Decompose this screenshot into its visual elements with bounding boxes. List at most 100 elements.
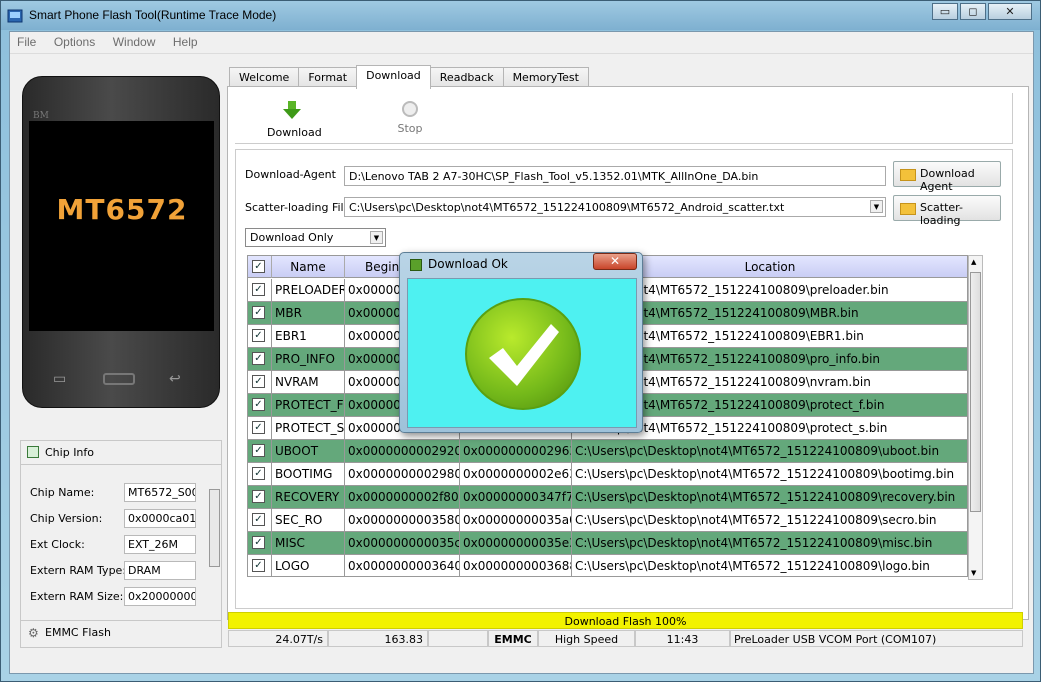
chip-info-header[interactable]: Chip Info (21, 441, 221, 465)
folder-icon (900, 203, 916, 215)
cell-begin: 0x0000000003580000 (345, 509, 460, 531)
status-bar: 24.07T/s 163.83 EMMC High Speed 11:43 Pr… (228, 630, 1023, 647)
tab-memorytest[interactable]: MemoryTest (502, 67, 589, 88)
chip-info-panel: Chip Info Chip Name: MT6572_S00 Chip Ver… (20, 440, 222, 648)
tab-download[interactable]: Download (356, 65, 431, 89)
chip-name-field[interactable]: MT6572_S00 (124, 483, 196, 502)
status-speed: 24.07T/s (228, 630, 328, 647)
window-title: Smart Phone Flash Tool(Runtime Trace Mod… (29, 8, 277, 22)
maximize-button[interactable]: ◻ (960, 3, 986, 20)
menu-file[interactable]: File (10, 32, 43, 49)
row-checkbox[interactable]: ✓ (248, 440, 272, 462)
row-checkbox[interactable]: ✓ (248, 348, 272, 370)
table-row[interactable]: ✓ BOOTIMG0x00000000029800000x0000000002e6… (248, 463, 967, 486)
row-checkbox[interactable]: ✓ (248, 371, 272, 393)
download-mode-select[interactable]: Download Only ▼ (245, 228, 386, 247)
row-checkbox[interactable]: ✓ (248, 463, 272, 485)
cell-end: 0x0000000002e63fff (460, 463, 572, 485)
checkbox-icon[interactable]: ✓ (252, 306, 265, 319)
app-window: Smart Phone Flash Tool(Runtime Trace Mod… (0, 0, 1041, 682)
table-row[interactable]: ✓ MISC0x000000000035c00000x00000000035e3f… (248, 532, 967, 555)
download-agent-button[interactable]: Download Agent (893, 161, 1001, 193)
row-checkbox[interactable]: ✓ (248, 532, 272, 554)
minimize-button[interactable]: ▭ (932, 3, 958, 20)
scatter-field[interactable]: C:\Users\pc\Desktop\not4\MT6572_15122410… (344, 197, 886, 217)
menu-bar: File Options Window Help (10, 32, 1033, 54)
scroll-down-icon[interactable]: ▼ (971, 569, 976, 577)
checkbox-icon[interactable]: ✓ (252, 467, 265, 480)
checkbox-icon[interactable]: ✓ (252, 559, 265, 572)
table-row[interactable]: ✓ UBOOT0x00000000029200000x00000000029637… (248, 440, 967, 463)
cell-end: 0x00000000347f7ff (460, 486, 572, 508)
tab-format[interactable]: Format (298, 67, 358, 88)
app-icon (7, 9, 23, 23)
folder-icon (900, 169, 916, 181)
cell-name: UBOOT (272, 440, 345, 462)
cell-end: 0x00000000029637ff (460, 440, 572, 462)
download-agent-field[interactable]: D:\Lenovo TAB 2 A7-30HC\SP_Flash_Tool_v5… (344, 166, 886, 186)
dialog-close-button[interactable]: ✕ (593, 253, 637, 270)
scatter-dropdown[interactable]: ▼ (869, 198, 885, 217)
checkbox-icon[interactable]: ✓ (252, 513, 265, 526)
row-checkbox[interactable]: ✓ (248, 486, 272, 508)
checkbox-icon[interactable]: ✓ (252, 375, 265, 388)
checkbox-icon[interactable]: ✓ (252, 421, 265, 434)
select-all-checkbox[interactable]: ✓ (248, 256, 272, 278)
tab-bar: Welcome Format Download Readback MemoryT… (229, 65, 589, 89)
checkbox-icon[interactable]: ✓ (252, 329, 265, 342)
row-checkbox[interactable]: ✓ (248, 394, 272, 416)
dialog-app-icon (410, 259, 422, 271)
menu-window[interactable]: Window (106, 32, 163, 49)
cell-location: C:\Users\pc\Desktop\not4\MT6572_15122410… (572, 532, 967, 554)
menu-help[interactable]: Help (166, 32, 205, 49)
row-checkbox[interactable]: ✓ (248, 509, 272, 531)
table-row[interactable]: ✓ RECOVERY0x0000000002f800000x00000000347… (248, 486, 967, 509)
emmc-flash-panel[interactable]: ⚙ EMMC Flash (20, 620, 222, 644)
scatter-loading-button[interactable]: Scatter-loading (893, 195, 1001, 227)
cell-name: SEC_RO (272, 509, 345, 531)
table-scrollbar[interactable]: ▲ ▼ (968, 255, 983, 580)
status-usb-speed: High Speed (538, 630, 635, 647)
cell-location: C:\Users\pc\Desktop\not4\MT6572_15122410… (572, 463, 967, 485)
checkbox-icon[interactable]: ✓ (252, 536, 265, 549)
scroll-thumb[interactable] (970, 272, 981, 512)
chevron-down-icon: ▼ (370, 231, 383, 244)
close-window-button[interactable]: ✕ (988, 3, 1032, 20)
scroll-up-icon[interactable]: ▲ (971, 258, 976, 266)
download-agent-label: Download-Agent (245, 168, 336, 181)
ram-type-field[interactable]: DRAM (124, 561, 196, 580)
cell-name: PRO_INFO (272, 348, 345, 370)
row-checkbox[interactable]: ✓ (248, 325, 272, 347)
menu-options[interactable]: Options (47, 32, 102, 49)
checkbox-icon[interactable]: ✓ (252, 283, 265, 296)
download-button[interactable]: Download (267, 101, 322, 139)
table-row[interactable]: ✓ SEC_RO0x00000000035800000x00000000035a0… (248, 509, 967, 532)
cell-name: PROTECT_F (272, 394, 345, 416)
dialog-title: Download Ok (428, 257, 508, 271)
chip-info-scrollbar[interactable] (207, 479, 221, 609)
chip-info-title: Chip Info (45, 446, 95, 459)
chip-version-field[interactable]: 0x0000ca01 (124, 509, 196, 528)
ext-clock-field[interactable]: EXT_26M (124, 535, 196, 554)
header-name[interactable]: Name (272, 256, 345, 278)
stop-button[interactable]: Stop (385, 101, 435, 135)
checkbox-icon[interactable]: ✓ (252, 444, 265, 457)
checkbox-icon[interactable]: ✓ (252, 398, 265, 411)
download-arrow-icon (288, 101, 296, 109)
row-checkbox[interactable]: ✓ (248, 279, 272, 301)
ram-size-field[interactable]: 0x20000000 (124, 587, 196, 606)
tab-welcome[interactable]: Welcome (229, 67, 300, 88)
row-checkbox[interactable]: ✓ (248, 302, 272, 324)
checkbox-icon[interactable]: ✓ (252, 490, 265, 503)
row-checkbox[interactable]: ✓ (248, 417, 272, 439)
scatter-label: Scatter-loading File (245, 201, 351, 214)
phone-image: BM MT6572 ▭ ↩ (22, 76, 220, 408)
chip-version-label: Chip Version: (30, 512, 103, 525)
cell-name: MISC (272, 532, 345, 554)
cell-begin: 0x0000000003640000 (345, 555, 460, 576)
checkbox-icon[interactable]: ✓ (252, 352, 265, 365)
table-row[interactable]: ✓ LOGO0x00000000036400000x0000000003688ff… (248, 555, 967, 576)
tab-readback[interactable]: Readback (429, 67, 504, 88)
gear-icon: ⚙ (28, 626, 39, 640)
row-checkbox[interactable]: ✓ (248, 555, 272, 576)
